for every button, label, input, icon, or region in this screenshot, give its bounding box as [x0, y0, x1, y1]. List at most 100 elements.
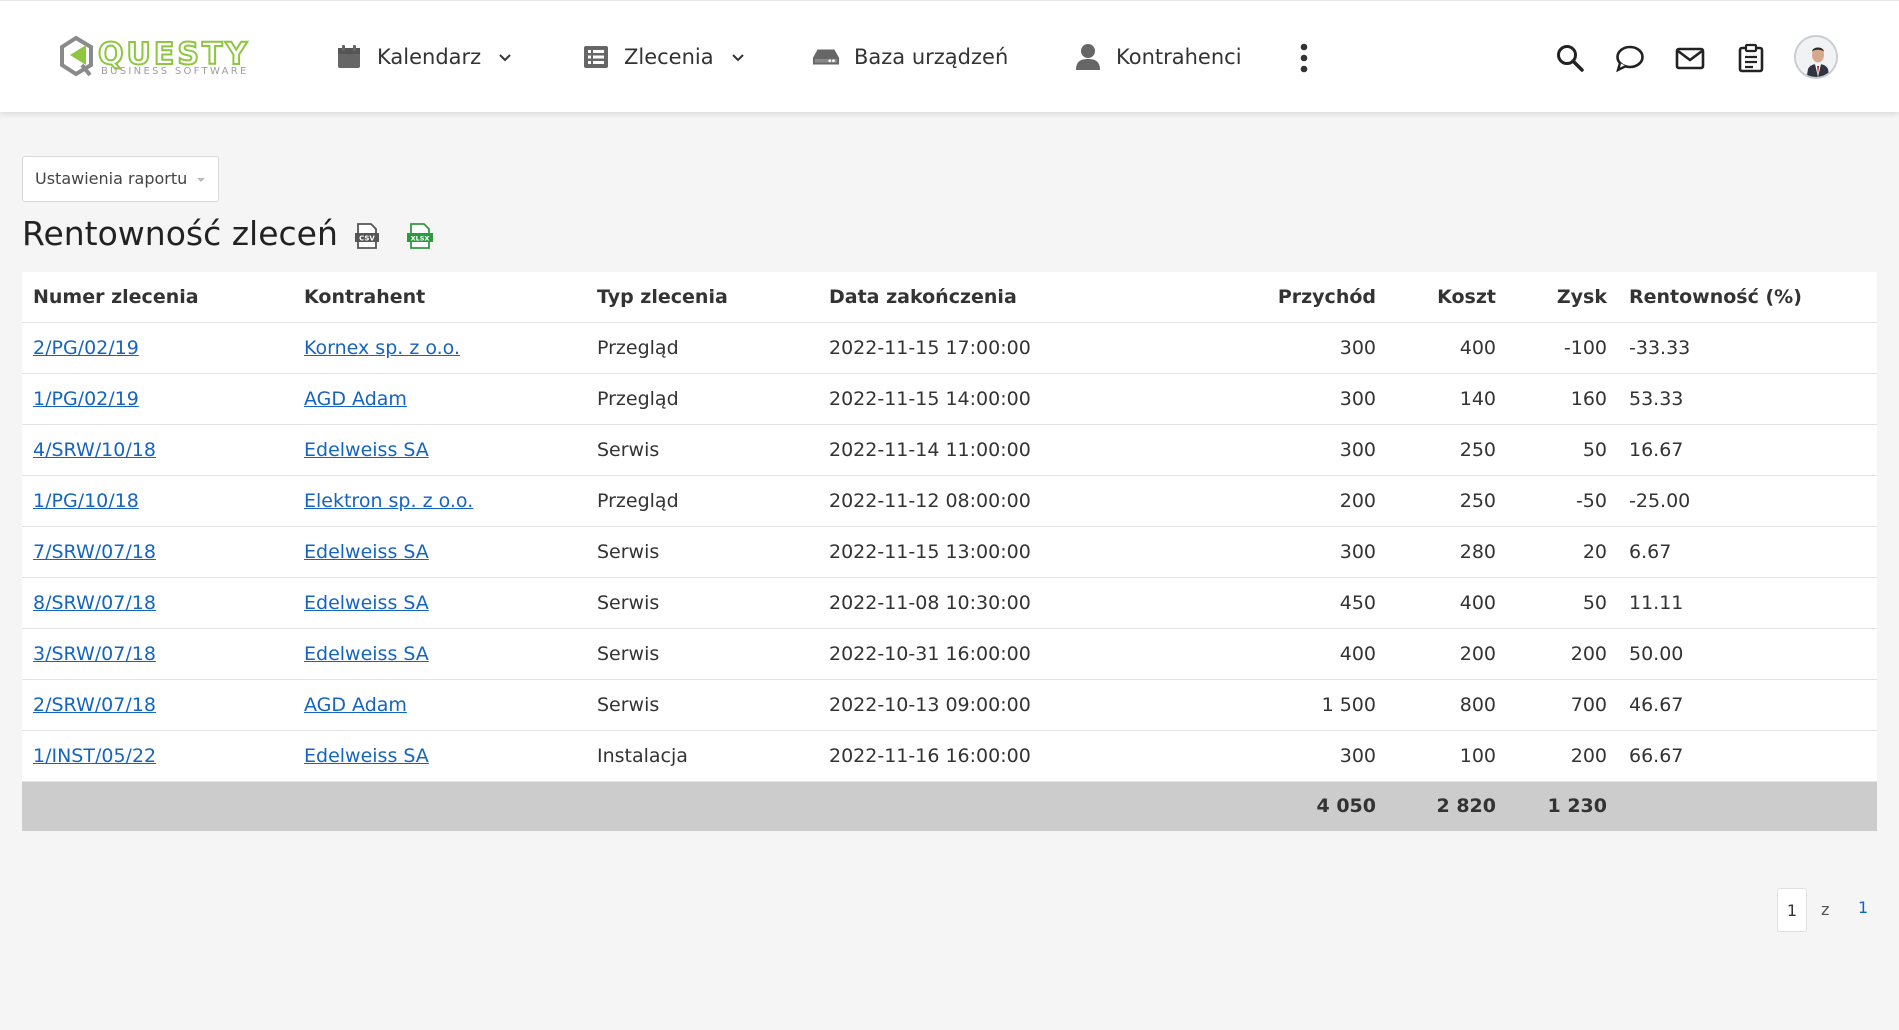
nav-kalendarz-label: Kalendarz [377, 45, 482, 69]
chat-icon[interactable] [1615, 43, 1645, 73]
cost: 400 [1376, 577, 1496, 629]
list-icon [582, 43, 610, 71]
contractor-link[interactable]: Edelweiss SA [304, 439, 429, 461]
revenue: 300 [1129, 526, 1376, 578]
profitability: -25.00 [1607, 475, 1877, 527]
completion-date: 2022-11-08 10:30:00 [829, 577, 1129, 629]
cost: 800 [1376, 679, 1496, 731]
contractor-link[interactable]: Edelweiss SA [304, 745, 429, 767]
order-number-link[interactable]: 4/SRW/10/18 [33, 439, 156, 461]
order-type: Instalacja [597, 730, 829, 782]
csv-export-icon[interactable]: CSV [354, 222, 380, 250]
report-table: Numer zlecenia Kontrahent Typ zlecenia D… [22, 272, 1877, 831]
profit: 200 [1496, 730, 1607, 782]
col-data-zakonczenia[interactable]: Data zakończenia [829, 272, 1129, 323]
nav-kontrahenci-label: Kontrahenci [1116, 45, 1242, 69]
col-kontrahent[interactable]: Kontrahent [304, 272, 597, 323]
caret-down-icon [197, 178, 205, 182]
order-type: Serwis [597, 679, 829, 731]
profit: 160 [1496, 373, 1607, 425]
nav-kalendarz[interactable]: Kalendarz [335, 31, 513, 83]
mail-icon[interactable] [1675, 43, 1705, 73]
contractor-link[interactable]: AGD Adam [304, 694, 407, 716]
cost: 250 [1376, 424, 1496, 476]
order-number-link[interactable]: 2/PG/02/19 [33, 337, 139, 359]
order-number-link[interactable]: 1/PG/10/18 [33, 490, 139, 512]
revenue: 400 [1129, 628, 1376, 680]
person-icon [1074, 43, 1102, 71]
nav-kontrahenci[interactable]: Kontrahenci [1074, 31, 1242, 83]
contractor-link[interactable]: Edelweiss SA [304, 541, 429, 563]
total-revenue: 4 050 [1129, 781, 1376, 831]
report-settings-dropdown[interactable]: Ustawienia raportu [22, 156, 219, 202]
order-number-link[interactable]: 8/SRW/07/18 [33, 592, 156, 614]
revenue: 300 [1129, 373, 1376, 425]
revenue: 450 [1129, 577, 1376, 629]
top-navigation-bar: QUESTY BUSINESS SOFTWARE Kalendarz Zlece… [0, 0, 1899, 112]
more-vertical-icon[interactable] [1294, 41, 1314, 75]
cost: 280 [1376, 526, 1496, 578]
revenue: 200 [1129, 475, 1376, 527]
col-numer-zlecenia[interactable]: Numer zlecenia [22, 272, 304, 323]
contractor-link[interactable]: Kornex sp. z o.o. [304, 337, 460, 359]
total-profit: 1 230 [1496, 781, 1607, 831]
revenue: 300 [1129, 322, 1376, 374]
col-typ-zlecenia[interactable]: Typ zlecenia [597, 272, 829, 323]
nav-baza-urzadzen[interactable]: Baza urządzeń [812, 31, 1008, 83]
contractor-link[interactable]: Edelweiss SA [304, 643, 429, 665]
nav-zlecenia-label: Zlecenia [624, 45, 714, 69]
logo-tagline: BUSINESS SOFTWARE [101, 66, 249, 77]
profitability: 16.67 [1607, 424, 1877, 476]
cost: 250 [1376, 475, 1496, 527]
completion-date: 2022-11-16 16:00:00 [829, 730, 1129, 782]
totals-row: 4 050 2 820 1 230 [22, 781, 1877, 831]
completion-date: 2022-11-15 14:00:00 [829, 373, 1129, 425]
col-koszt[interactable]: Koszt [1376, 272, 1496, 323]
order-type: Serwis [597, 577, 829, 629]
svg-text:CSV: CSV [359, 235, 375, 243]
order-number-link[interactable]: 2/SRW/07/18 [33, 694, 156, 716]
completion-date: 2022-10-31 16:00:00 [829, 628, 1129, 680]
table-row: 3/SRW/07/18 Edelweiss SA Serwis 2022-10-… [22, 628, 1877, 680]
search-icon[interactable] [1555, 43, 1585, 73]
contractor-link[interactable]: Edelweiss SA [304, 592, 429, 614]
col-rentownosc[interactable]: Rentowność (%) [1607, 272, 1877, 323]
revenue: 300 [1129, 730, 1376, 782]
nav-zlecenia[interactable]: Zlecenia [582, 31, 746, 83]
profit: 200 [1496, 628, 1607, 680]
cost: 200 [1376, 628, 1496, 680]
contractor-link[interactable]: AGD Adam [304, 388, 407, 410]
col-zysk[interactable]: Zysk [1496, 272, 1607, 323]
completion-date: 2022-11-15 17:00:00 [829, 322, 1129, 374]
table-row: 1/PG/02/19 AGD Adam Przegląd 2022-11-15 … [22, 373, 1877, 425]
clipboard-icon[interactable] [1736, 43, 1766, 73]
col-przychod[interactable]: Przychód [1129, 272, 1376, 323]
profit: -50 [1496, 475, 1607, 527]
pagination-current-page[interactable]: 1 [1777, 888, 1807, 932]
completion-date: 2022-11-12 08:00:00 [829, 475, 1129, 527]
profitability: 66.67 [1607, 730, 1877, 782]
completion-date: 2022-11-14 11:00:00 [829, 424, 1129, 476]
order-number-link[interactable]: 3/SRW/07/18 [33, 643, 156, 665]
profit: 20 [1496, 526, 1607, 578]
cost: 400 [1376, 322, 1496, 374]
order-number-link[interactable]: 1/INST/05/22 [33, 745, 156, 767]
pagination-total-pages[interactable]: 1 [1858, 898, 1868, 917]
table-row: 2/PG/02/19 Kornex sp. z o.o. Przegląd 20… [22, 322, 1877, 374]
calendar-icon [335, 43, 363, 71]
user-avatar[interactable] [1794, 35, 1838, 79]
contractor-link[interactable]: Elektron sp. z o.o. [304, 490, 473, 512]
svg-text:XLSX: XLSX [411, 235, 430, 243]
questy-logo[interactable]: QUESTY BUSINESS SOFTWARE [56, 35, 281, 81]
order-number-link[interactable]: 7/SRW/07/18 [33, 541, 156, 563]
profit: 50 [1496, 577, 1607, 629]
order-number-link[interactable]: 1/PG/02/19 [33, 388, 139, 410]
order-type: Przegląd [597, 475, 829, 527]
page-title: Rentowność zleceń [22, 214, 338, 253]
profit: 700 [1496, 679, 1607, 731]
revenue: 1 500 [1129, 679, 1376, 731]
table-row: 8/SRW/07/18 Edelweiss SA Serwis 2022-11-… [22, 577, 1877, 629]
cost: 100 [1376, 730, 1496, 782]
order-type: Serwis [597, 628, 829, 680]
xlsx-export-icon[interactable]: XLSX [407, 222, 433, 250]
